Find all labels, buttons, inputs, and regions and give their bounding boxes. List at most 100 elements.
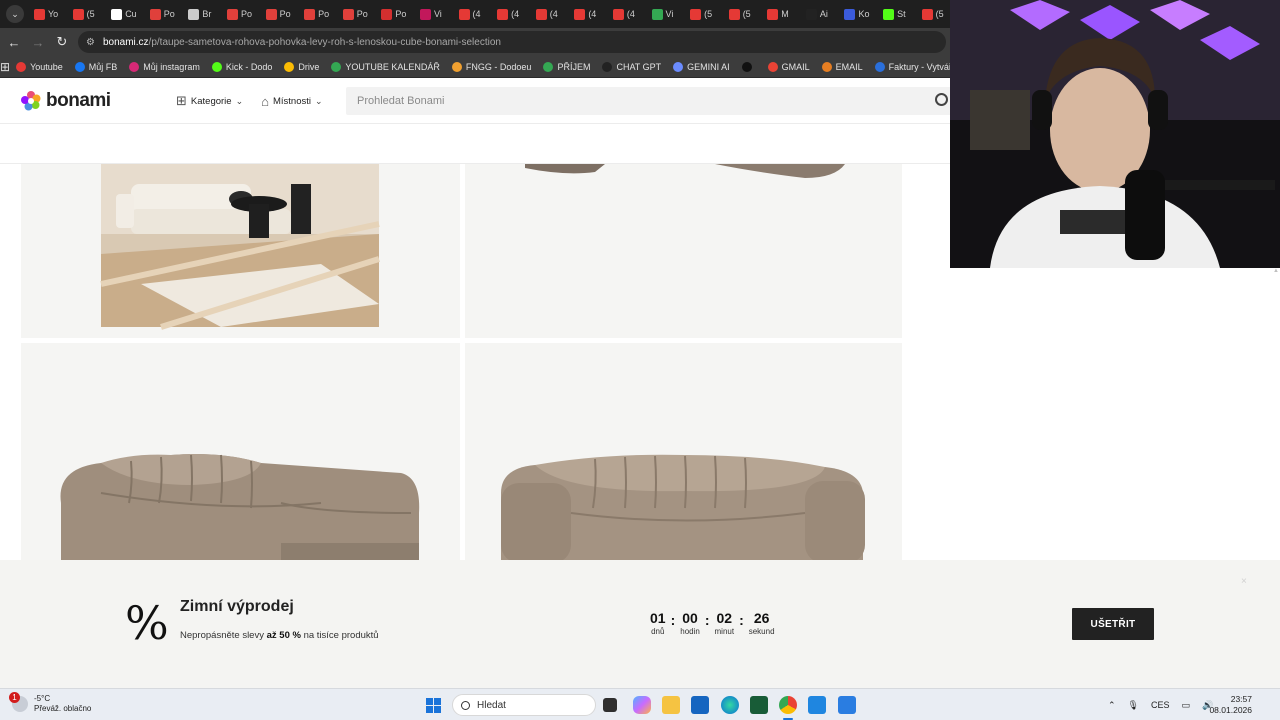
- bookmark-item[interactable]: Drive: [278, 58, 325, 76]
- browser-tab[interactable]: Br: [184, 3, 223, 25]
- browser-tab[interactable]: (5: [725, 3, 764, 25]
- gallery-image-sofa-right[interactable]: [465, 343, 902, 560]
- browser-tab[interactable]: Ko: [840, 3, 879, 25]
- browser-tab-strip: ⌄ Yo (5 Cu Po Br Po Po Po Po Po Vi (4 (4 (4 (4 (4 Vi (5 (5…: [0, 0, 950, 28]
- edge-icon[interactable]: [721, 696, 739, 714]
- bookmarks-bar: ⊞ Youtube Můj FB Můj instagram Kick - Dodo D…: [0, 56, 950, 78]
- task-view-icon[interactable]: [603, 698, 617, 712]
- rooms-menu[interactable]: ⌂ Místnosti ⌄: [261, 89, 322, 113]
- microphone-icon[interactable]: 🎙: [1128, 700, 1139, 711]
- outlook-icon[interactable]: [691, 696, 709, 714]
- gallery-image-sofa-top[interactable]: [465, 164, 902, 338]
- timer-minutes-value: 02: [716, 610, 733, 626]
- bookmark-favicon-icon: [211, 61, 222, 72]
- browser-tab[interactable]: Cu: [107, 3, 146, 25]
- categories-menu[interactable]: ⊞ Kategorie ⌄: [176, 89, 243, 113]
- browser-tab[interactable]: (5: [686, 3, 725, 25]
- browser-tab[interactable]: Vi: [648, 3, 687, 25]
- scrollbar-thumb[interactable]: ▲: [1273, 268, 1279, 274]
- reload-button[interactable]: ↻: [50, 30, 74, 54]
- tab-favicon-icon: [188, 8, 200, 20]
- tab-list: Yo (5 Cu Po Br Po Po Po Po Po Vi (4 (4 (4 (4 (4 Vi (5 (5 M A…: [30, 0, 950, 28]
- bookmark-item[interactable]: Můj instagram: [123, 58, 206, 76]
- weather-widget[interactable]: 1 -5°C Převáž. oblačno: [9, 692, 91, 714]
- browser-tab[interactable]: (4: [493, 3, 532, 25]
- timer-separator: :: [670, 612, 676, 628]
- browser-tab[interactable]: Po: [300, 3, 339, 25]
- bookmark-item[interactable]: CHAT GPT: [596, 58, 667, 76]
- back-button[interactable]: ←: [2, 30, 26, 54]
- url-host: bonami.cz: [102, 36, 149, 48]
- network-icon[interactable]: ▭: [1182, 700, 1191, 711]
- browser-tab[interactable]: (5: [918, 3, 950, 25]
- tab-search-button[interactable]: ⌄: [6, 5, 24, 23]
- promo-subtitle-bold: až 50 %: [266, 630, 301, 641]
- monitor-app-icon[interactable]: [838, 696, 856, 714]
- apps-grid-icon[interactable]: ⊞: [0, 60, 10, 74]
- bookmark-favicon-icon: [543, 61, 554, 72]
- browser-tab[interactable]: Yo: [30, 3, 69, 25]
- bookmark-item[interactable]: Můj FB: [69, 58, 124, 76]
- browser-tab[interactable]: Po: [262, 3, 301, 25]
- gallery-image-room[interactable]: [21, 164, 460, 338]
- sub-header: [0, 124, 950, 164]
- search-icon[interactable]: [935, 93, 948, 106]
- taskbar-clock[interactable]: 23:57 08.01.2026: [1209, 694, 1252, 716]
- bookmark-item[interactable]: [736, 58, 762, 76]
- file-explorer-icon[interactable]: [662, 696, 680, 714]
- tab-label: Ai: [819, 9, 828, 19]
- bookmark-item[interactable]: YOUTUBE KALENDÁŘ: [325, 58, 446, 76]
- browser-tab[interactable]: Po: [223, 3, 262, 25]
- excel-icon[interactable]: [750, 696, 768, 714]
- browser-tab[interactable]: Po: [146, 3, 185, 25]
- tab-label: (4: [549, 9, 558, 19]
- browser-tab[interactable]: Vi: [416, 3, 455, 25]
- browser-tab[interactable]: Ai: [802, 3, 841, 25]
- bookmark-item[interactable]: FNGG - Dodoeu: [446, 58, 538, 76]
- tab-label: (4: [511, 9, 520, 19]
- browser-tab[interactable]: (4: [455, 3, 494, 25]
- bookmark-item[interactable]: Kick - Dodo: [206, 58, 279, 76]
- weather-temp: -5°C: [34, 694, 51, 703]
- browser-tab[interactable]: (4: [609, 3, 648, 25]
- copilot-icon[interactable]: [633, 696, 651, 714]
- bookmark-favicon-icon: [741, 61, 752, 72]
- search-input[interactable]: Prohledat Bonami: [346, 87, 956, 115]
- browser-tab[interactable]: (4: [570, 3, 609, 25]
- bookmark-item[interactable]: EMAIL: [816, 58, 869, 76]
- timer-separator: :: [704, 612, 710, 628]
- forward-button[interactable]: →: [26, 30, 50, 54]
- browser-tab[interactable]: (4: [532, 3, 571, 25]
- bookmark-item[interactable]: Youtube: [10, 58, 69, 76]
- language-indicator[interactable]: CES: [1151, 700, 1170, 710]
- address-bar[interactable]: ⚙ bonami.cz/p/taupe-sametova-rohova-poho…: [78, 31, 946, 53]
- bookmark-item[interactable]: PŘÍJEM: [537, 58, 596, 76]
- promo-subtitle: Nepropásněte slevy až 50 % na tisíce pro…: [180, 630, 379, 641]
- clock-time: 23:57: [1230, 694, 1252, 704]
- bookmark-label: Faktury - Vytváření: [888, 61, 950, 72]
- chrome-icon[interactable]: [779, 696, 797, 714]
- tab-favicon-icon: [72, 8, 84, 20]
- bookmark-item[interactable]: GMAIL: [762, 58, 816, 76]
- browser-tab[interactable]: M: [763, 3, 802, 25]
- bookmark-item[interactable]: GEMINI AI: [667, 58, 736, 76]
- browser-tab[interactable]: Po: [377, 3, 416, 25]
- browser-tab[interactable]: St: [879, 3, 918, 25]
- gallery-image-sofa-left[interactable]: [21, 343, 460, 560]
- app-icon[interactable]: [808, 696, 826, 714]
- product-gallery: [0, 164, 950, 560]
- bonami-logo[interactable]: bonami: [20, 90, 140, 112]
- tab-favicon-icon: [419, 8, 431, 20]
- timer-seconds-label: sekund: [748, 627, 775, 636]
- tab-favicon-icon: [304, 8, 316, 20]
- bookmark-item[interactable]: Faktury - Vytváření: [869, 58, 950, 76]
- timer-days-label: dnů: [651, 627, 665, 636]
- browser-tab[interactable]: Po: [339, 3, 378, 25]
- save-cta-button[interactable]: UŠETŘIT: [1072, 608, 1154, 640]
- windows-start-icon[interactable]: [426, 698, 441, 713]
- taskbar-search[interactable]: Hledat: [452, 694, 596, 716]
- browser-tab[interactable]: (5: [69, 3, 108, 25]
- site-info-icon[interactable]: ⚙: [86, 37, 95, 48]
- close-icon[interactable]: ×: [1241, 576, 1247, 587]
- chevron-up-icon[interactable]: ⌃: [1108, 700, 1116, 711]
